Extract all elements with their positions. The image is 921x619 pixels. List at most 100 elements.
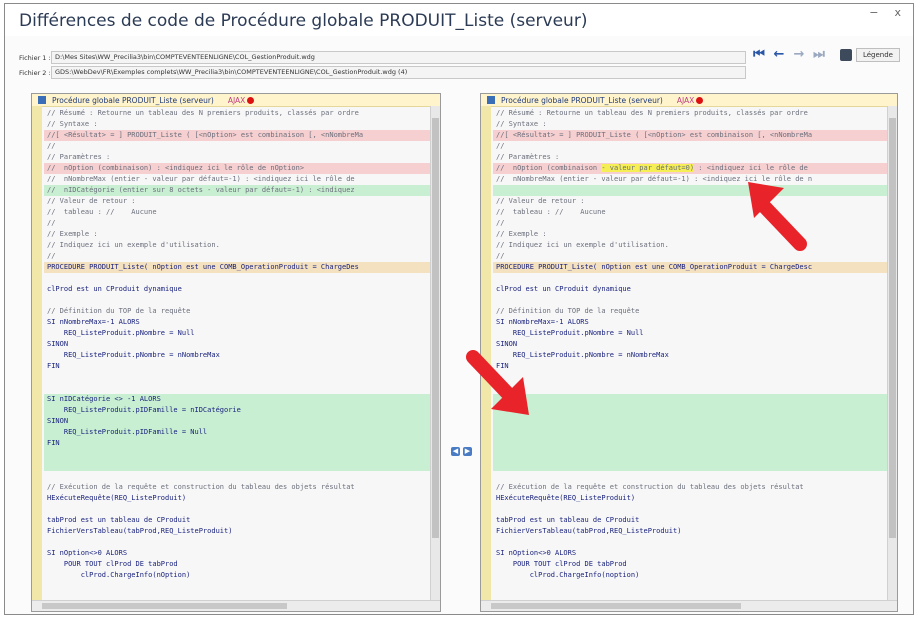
code-line [493,394,887,405]
right-vertical-scrollbar[interactable] [887,106,897,601]
code-line: SINON [496,340,518,348]
left-horizontal-scrollbar[interactable] [32,600,440,611]
code-line: // Syntaxe : [47,120,98,128]
code-line: // Syntaxe : [496,120,547,128]
print-icon[interactable] [839,49,852,61]
code-line: SI nOption<>0 ALORS [47,549,128,557]
right-scroll-thumb[interactable] [889,118,896,538]
code-line: // [47,142,56,150]
left-scroll-thumb[interactable] [432,118,439,538]
code-line: FichierVersTableau(tabProd,REQ_ListeProd… [47,527,233,535]
procedure-icon [487,96,495,104]
code-line: // Paramètres : [47,153,111,161]
code-line: // Exécution de la requête et constructi… [496,483,804,491]
code-line: // [496,219,505,227]
left-gutter [32,106,42,601]
minimize-button[interactable]: − [869,6,878,19]
file1-path: D:\Mes Sites\WW_Precilia3\bin\COMPTEVENT… [51,51,746,64]
code-line: // nOption (combinaison - valeur par déf… [493,163,887,174]
legend-button[interactable]: Légende [855,48,900,62]
procedure-icon [38,96,46,104]
close-button[interactable]: x [894,6,901,19]
ajax-status-icon [247,96,255,104]
right-pane-header: Procédure globale PRODUIT_Liste (serveur… [481,94,897,107]
first-difference-icon[interactable]: ⏮ [752,47,766,62]
code-line: // nNombreMax (entier - valeur par défau… [47,175,355,183]
code-line: REQ_ListeProduit.pIDFamille = Null [44,427,430,438]
code-line: // Exécution de la requête et constructi… [47,483,355,491]
previous-difference-icon[interactable]: ← [772,47,786,62]
code-line: // nNombreMax (entier - valeur par défau… [496,175,813,183]
left-pane-title: Procédure globale PRODUIT_Liste (serveur… [52,95,214,105]
left-code-pane: Procédure globale PRODUIT_Liste (serveur… [31,93,441,612]
code-line: REQ_ListeProduit.pNombre = Null [47,329,195,337]
code-line: // nOption (combinaison) : <indiquez ici… [44,163,430,174]
left-hscroll-thumb[interactable] [42,603,287,609]
annotation-arrow-up-left [748,182,807,251]
last-difference-icon[interactable]: ⏭ [812,47,826,62]
code-line: // Résumé : Retourne un tableau des N pr… [496,109,808,117]
code-line: PROCEDURE PRODUIT_Liste( nOption est une… [44,262,430,273]
code-line: // Paramètres : [496,153,560,161]
copy-right-icon[interactable]: ▶ [463,447,472,456]
right-horizontal-scrollbar[interactable] [481,600,897,611]
code-line: // [496,252,505,260]
code-line: SINON [47,340,69,348]
code-line: FIN [47,362,60,370]
code-line: clProd est un CProduit dynamique [47,285,182,293]
next-difference-icon[interactable]: → [792,47,806,62]
code-line [493,460,887,471]
code-line: POUR TOUT clProd DE tabProd [47,560,178,568]
code-line: // Définition du TOP de la requête [47,307,191,315]
code-line: PROCEDURE PRODUIT_Liste( nOption est une… [493,262,887,273]
code-line [493,416,887,427]
left-vertical-scrollbar[interactable] [430,106,440,601]
code-line: // Valeur de retour : [47,197,136,205]
code-line: tabProd est un tableau de CProduit [47,516,191,524]
code-line [44,449,430,460]
left-pane-header: Procédure globale PRODUIT_Liste (serveur… [32,94,440,107]
right-hscroll-thumb[interactable] [491,603,741,609]
code-line: // [47,219,56,227]
code-line [493,185,887,196]
legend-control: Légende [839,47,900,63]
compare-window: Différences de code de Procédure globale… [4,3,914,615]
code-line: // Indiquez ici un exemple d'utilisation… [47,241,220,249]
code-line: REQ_ListeProduit.pNombre = nNombreMax [496,351,669,359]
file1-row: Fichier 1 : D:\Mes Sites\WW_Precilia3\bi… [19,51,746,64]
left-ajax-label: AJAX [227,95,246,105]
code-line: clProd est un CProduit dynamique [496,285,631,293]
code-line: SI nNombreMax=-1 ALORS [496,318,589,326]
right-code-editor[interactable]: // Résumé : Retourne un tableau des N pr… [493,108,887,601]
code-line: SI nIDCatégorie <> -1 ALORS [44,394,430,405]
code-line: SINON [44,416,430,427]
code-line: // Exemple : [496,230,547,238]
left-code-editor[interactable]: // Résumé : Retourne un tableau des N pr… [44,108,430,601]
window-title: Différences de code de Procédure globale… [19,11,588,31]
code-line: // Résumé : Retourne un tableau des N pr… [47,109,359,117]
code-line: REQ_ListeProduit.pNombre = Null [496,329,644,337]
window-controls: − x [869,6,901,19]
right-code-pane: Procédure globale PRODUIT_Liste (serveur… [480,93,898,612]
code-line: SI nNombreMax=-1 ALORS [47,318,140,326]
right-ajax-label: AJAX [676,95,695,105]
code-line: FichierVersTableau(tabProd,REQ_ListeProd… [496,527,682,535]
code-line: //[ <Résultat> = ] PRODUIT_Liste ( [<nOp… [44,130,430,141]
code-line: //[ <Résultat> = ] PRODUIT_Liste ( [<nOp… [493,130,887,141]
code-line: POUR TOUT clProd DE tabProd [496,560,627,568]
copy-left-icon[interactable]: ◀ [451,447,460,456]
code-line: // Définition du TOP de la requête [496,307,640,315]
file1-label: Fichier 1 : [19,53,51,62]
code-line: FIN [496,362,509,370]
